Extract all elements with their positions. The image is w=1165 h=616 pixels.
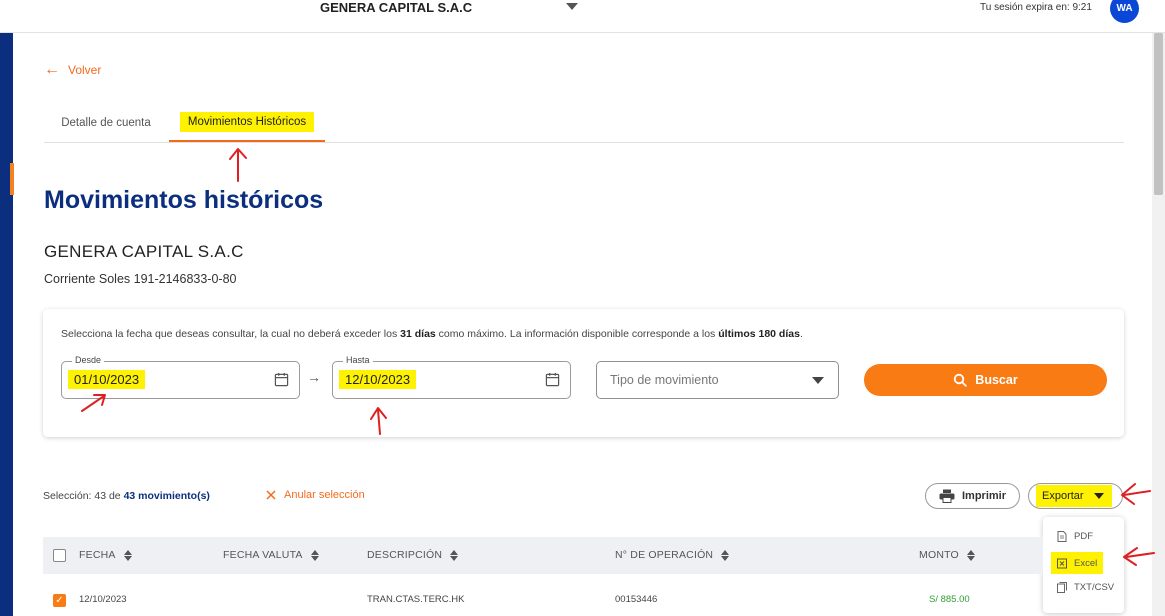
column-header-descripcion[interactable]: DESCRIPCIÓN (367, 549, 459, 561)
sort-icon (966, 549, 975, 561)
column-header-label: FECHA (79, 549, 116, 561)
sort-icon (721, 549, 730, 561)
print-button[interactable]: Imprimir (925, 483, 1020, 509)
column-header-fecha-valuta[interactable]: FECHA VALUTA (223, 549, 319, 561)
column-header-label: N° DE OPERACIÓN (615, 549, 714, 561)
info-suffix: . (799, 328, 803, 340)
date-from-value: 01/10/2023 (68, 370, 146, 389)
search-button-label: Buscar (975, 373, 1018, 387)
excel-file-icon (1057, 558, 1067, 568)
cell-fecha: 12/10/2023 (79, 594, 127, 605)
tab-movimientos-historicos[interactable]: Movimientos Históricos (169, 103, 325, 142)
tab-label: Detalle de cuenta (61, 116, 151, 129)
sidebar-active-indicator (10, 163, 14, 195)
table-header: FECHA FECHA VALUTA DESCRIPCIÓN N° DE OPE… (43, 537, 1043, 574)
export-menu: PDF Excel TXT/CSV (1043, 517, 1124, 613)
company-name: GENERA CAPITAL S.A.C (44, 242, 244, 261)
cell-monto: S/ 885.00 (929, 594, 970, 605)
pdf-file-icon (1057, 530, 1067, 542)
arrow-left-icon: ← (44, 61, 60, 78)
export-txt-label: TXT/CSV (1074, 581, 1115, 593)
sort-icon (450, 549, 459, 561)
annotation-arrow-export (1121, 483, 1151, 505)
top-bar: GENERA CAPITAL S.A.C Tu sesión expira en… (0, 0, 1165, 33)
tab-detalle-cuenta[interactable]: Detalle de cuenta (44, 103, 168, 142)
company-selector-label: GENERA CAPITAL S.A.C (320, 0, 473, 15)
sort-icon (123, 549, 132, 561)
chevron-down-icon (812, 377, 824, 384)
date-from-field[interactable]: Desde 01/10/2023 (61, 355, 300, 399)
export-pdf-option[interactable]: PDF (1051, 525, 1099, 547)
annotation-arrows (81, 148, 1155, 566)
page-title: Movimientos históricos (44, 186, 324, 214)
column-header-label: FECHA VALUTA (223, 549, 303, 561)
tab-label: Movimientos Históricos (179, 111, 315, 132)
export-button-label: Exportar (1042, 490, 1084, 502)
filter-card: Selecciona la fecha que deseas consultar… (43, 309, 1124, 437)
back-link[interactable]: ← Volver (44, 61, 102, 78)
info-prefix: Selecciona la fecha que deseas consultar… (61, 328, 401, 340)
annotation-arrow-tab (229, 148, 247, 182)
calendar-icon[interactable] (274, 372, 289, 387)
select-all-checkbox[interactable] (53, 549, 66, 562)
company-selector[interactable]: GENERA CAPITAL S.A.C (320, 0, 473, 15)
search-icon (954, 373, 967, 387)
clear-selection-button[interactable]: Anular selección (266, 489, 365, 501)
caret-down-icon (1093, 493, 1104, 499)
date-to-label: Hasta (343, 355, 373, 365)
export-pdf-label: PDF (1074, 530, 1093, 542)
account-number: Corriente Soles 191-2146833-0-80 (44, 272, 237, 286)
movement-type-select[interactable]: Tipo de movimiento (596, 361, 839, 399)
back-link-label: Volver (68, 63, 102, 77)
txt-file-icon (1057, 581, 1067, 593)
column-header-operacion[interactable]: N° DE OPERACIÓN (615, 549, 730, 561)
calendar-icon[interactable] (545, 372, 560, 387)
session-timer: Tu sesión expira en: 9:21 (980, 2, 1092, 13)
table-row[interactable]: ✓ 12/10/2023 TRAN.CTAS.TERC.HK 00153446 … (43, 584, 1043, 616)
date-to-field[interactable]: Hasta 12/10/2023 (332, 355, 571, 399)
arrow-right-icon: → (307, 369, 321, 385)
close-icon (266, 490, 276, 500)
selection-prefix: Selección: 43 de (43, 490, 124, 502)
filter-info-text: Selecciona la fecha que deseas consultar… (61, 328, 803, 340)
printer-icon (939, 489, 955, 503)
export-button[interactable]: Exportar (1028, 483, 1123, 509)
tab-bar: Detalle de cuenta Movimientos Históricos (44, 103, 1124, 143)
chevron-down-icon[interactable] (566, 3, 578, 10)
scrollbar-thumb[interactable] (1154, 33, 1163, 195)
annotation-arrow-excel (1123, 547, 1155, 566)
selection-count: 43 movimiento(s) (123, 490, 210, 502)
page: GENERA CAPITAL S.A.C Tu sesión expira en… (0, 0, 1165, 616)
info-last: últimos 180 días (718, 328, 800, 340)
clear-selection-label: Anular selección (284, 489, 365, 501)
export-txt-option[interactable]: TXT/CSV (1051, 576, 1120, 598)
column-header-label: MONTO (919, 549, 959, 561)
sidebar-rail (0, 33, 13, 616)
avatar[interactable]: WA (1110, 0, 1139, 23)
info-days: 31 días (400, 328, 436, 340)
selection-summary: Selección: 43 de 43 movimiento(s) (43, 490, 210, 502)
date-from-label: Desde (72, 355, 105, 365)
cell-operacion: 00153446 (615, 594, 658, 605)
movement-type-placeholder: Tipo de movimiento (610, 373, 719, 387)
export-excel-option[interactable]: Excel (1051, 552, 1104, 574)
row-checkbox[interactable]: ✓ (53, 594, 66, 607)
column-header-fecha[interactable]: FECHA (79, 549, 132, 561)
export-button-content: Exportar (1036, 485, 1112, 507)
column-header-monto[interactable]: MONTO (919, 549, 975, 561)
search-button[interactable]: Buscar (864, 364, 1107, 396)
print-button-label: Imprimir (961, 490, 1006, 502)
date-to-value: 12/10/2023 (339, 370, 417, 389)
cell-descripcion: TRAN.CTAS.TERC.HK (367, 594, 465, 605)
info-middle: como máximo. La información disponible c… (435, 328, 719, 340)
sort-icon (310, 549, 319, 561)
export-excel-label: Excel (1074, 557, 1098, 569)
column-header-label: DESCRIPCIÓN (367, 549, 443, 561)
